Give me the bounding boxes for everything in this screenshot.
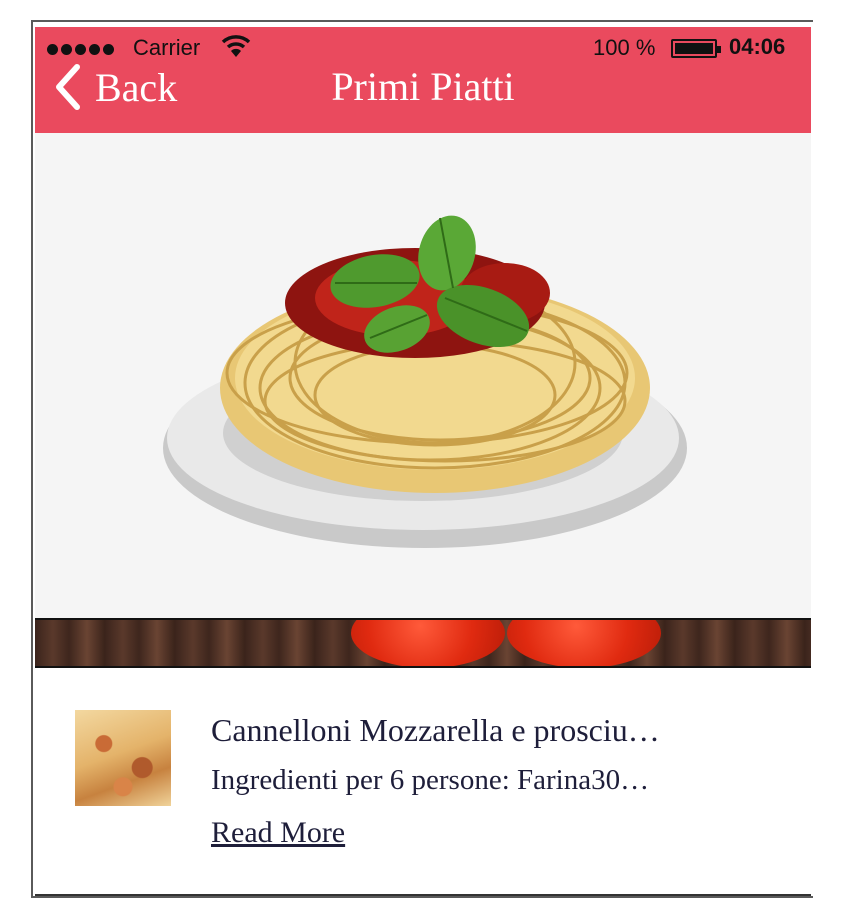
recipe-list-item[interactable]: Cannelloni Mozzarella e prosciu… Ingredi… [35, 670, 811, 896]
hero-image-spaghetti [35, 133, 811, 618]
battery-percent: 100 % [593, 35, 656, 60]
tomato-image [351, 620, 505, 666]
recipe-thumbnail [75, 710, 171, 806]
battery-icon [671, 39, 721, 58]
decorative-banner-tomatoes [35, 618, 811, 668]
spaghetti-plate-image [163, 215, 687, 548]
read-more-link[interactable]: Read More [211, 816, 345, 850]
clock: 04:06 [729, 34, 786, 59]
carrier-label: Carrier [133, 35, 201, 60]
page-title: Primi Piatti [331, 64, 515, 109]
signal-dots-icon [47, 44, 114, 55]
recipe-title: Cannelloni Mozzarella e prosciu… [211, 712, 660, 748]
phone-screen: Carrier 100 % 04:06 Back Primi Piatti Ca… [31, 20, 813, 898]
wifi-icon [221, 35, 251, 57]
nav-header: Carrier 100 % 04:06 Back Primi Piatti [35, 27, 811, 133]
recipe-description: Ingredienti per 6 persone: Farina30… [211, 764, 650, 796]
tomato-image [507, 620, 661, 666]
